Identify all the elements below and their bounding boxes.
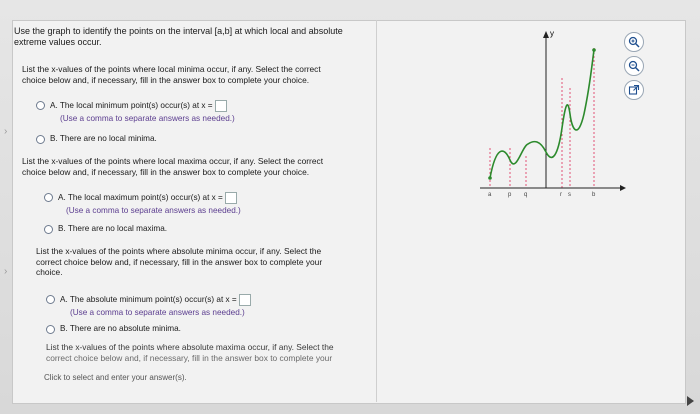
endpoint-b xyxy=(592,48,596,52)
function-curve xyxy=(489,49,595,179)
y-axis-arrow xyxy=(543,31,549,38)
label-b: b xyxy=(592,192,596,198)
option-label: The absolute minimum point(s) occur(s) a… xyxy=(69,295,237,305)
popout-icon[interactable] xyxy=(624,80,644,100)
answer-box[interactable] xyxy=(238,294,251,306)
prompt-line: correct choice below and, if necessary, … xyxy=(36,256,323,267)
option-label: There are no absolute minima. xyxy=(69,324,181,333)
answer-box[interactable] xyxy=(214,100,227,112)
local-min-option-b[interactable]: B. There are no local minima. xyxy=(36,134,157,144)
option-label: The local minimum point(s) occur(s) at x… xyxy=(59,101,213,111)
answer-box[interactable] xyxy=(224,192,237,204)
local-minima-prompt: List the x-values of the points where lo… xyxy=(22,64,321,85)
question-line-1: Use the graph to identify the points on … xyxy=(14,26,343,36)
prompt-line: List the x-values of the points where ab… xyxy=(46,342,334,352)
label-q: q xyxy=(524,192,527,198)
next-arrow-icon[interactable] xyxy=(687,396,694,406)
label-r: r xyxy=(560,192,562,198)
prompt-line: List the x-values of the points where lo… xyxy=(22,64,321,74)
label-s: s xyxy=(568,192,571,198)
label-a: a xyxy=(488,192,492,198)
chevron-right-icon[interactable]: › xyxy=(4,266,7,277)
local-max-option-a[interactable]: A. The local maximum point(s) occur(s) a… xyxy=(44,192,237,204)
prompt-line: choice below and, if necessary, fill in … xyxy=(22,74,310,85)
radio-button[interactable] xyxy=(46,325,55,334)
absolute-minima-prompt: List the x-values of the points where ab… xyxy=(36,246,356,278)
x-axis-arrow xyxy=(620,185,626,191)
radio-button[interactable] xyxy=(44,193,53,202)
y-axis-label: y xyxy=(550,29,554,38)
abs-min-option-a[interactable]: A. The absolute minimum point(s) occur(s… xyxy=(46,294,251,306)
prompt-line: choice below and, if necessary, fill in … xyxy=(22,166,310,177)
prompt-line: List the x-values of the points where lo… xyxy=(22,156,324,166)
local-min-option-a[interactable]: A. The local minimum point(s) occur(s) a… xyxy=(36,100,227,112)
chevron-right-icon[interactable]: › xyxy=(4,126,7,137)
option-label: There are no local maxima. xyxy=(67,224,168,233)
question-text: Use the graph to identify the points on … xyxy=(14,26,364,48)
zoom-out-icon[interactable] xyxy=(624,56,644,76)
radio-button[interactable] xyxy=(36,101,45,110)
hint-text: (Use a comma to separate answers as need… xyxy=(70,308,245,317)
prompt-line: correct choice below and, if necessary, … xyxy=(46,352,333,363)
footer-instruction: Click to select and enter your answer(s)… xyxy=(44,373,187,382)
prompt-line: choice. xyxy=(36,267,63,277)
absolute-maxima-prompt: List the x-values of the points where ab… xyxy=(46,342,366,363)
option-label: There are no local minima. xyxy=(59,134,157,143)
local-maxima-prompt: List the x-values of the points where lo… xyxy=(22,156,323,177)
question-line-2: extreme values occur. xyxy=(14,37,102,47)
panel-divider xyxy=(376,20,377,402)
radio-button[interactable] xyxy=(44,225,53,234)
hint-text: (Use a comma to separate answers as need… xyxy=(60,114,235,123)
radio-button[interactable] xyxy=(46,295,55,304)
label-p: p xyxy=(508,192,512,198)
endpoint-a xyxy=(488,176,492,180)
abs-min-option-b[interactable]: B. There are no absolute minima. xyxy=(46,324,181,334)
radio-button[interactable] xyxy=(36,135,45,144)
local-max-option-b[interactable]: B. There are no local maxima. xyxy=(44,224,167,234)
option-label: The local maximum point(s) occur(s) at x… xyxy=(67,193,223,203)
zoom-in-icon[interactable] xyxy=(624,32,644,52)
hint-text: (Use a comma to separate answers as need… xyxy=(66,206,241,215)
prompt-line: List the x-values of the points where ab… xyxy=(36,246,322,256)
function-graph: y a p q r s b xyxy=(480,29,626,198)
